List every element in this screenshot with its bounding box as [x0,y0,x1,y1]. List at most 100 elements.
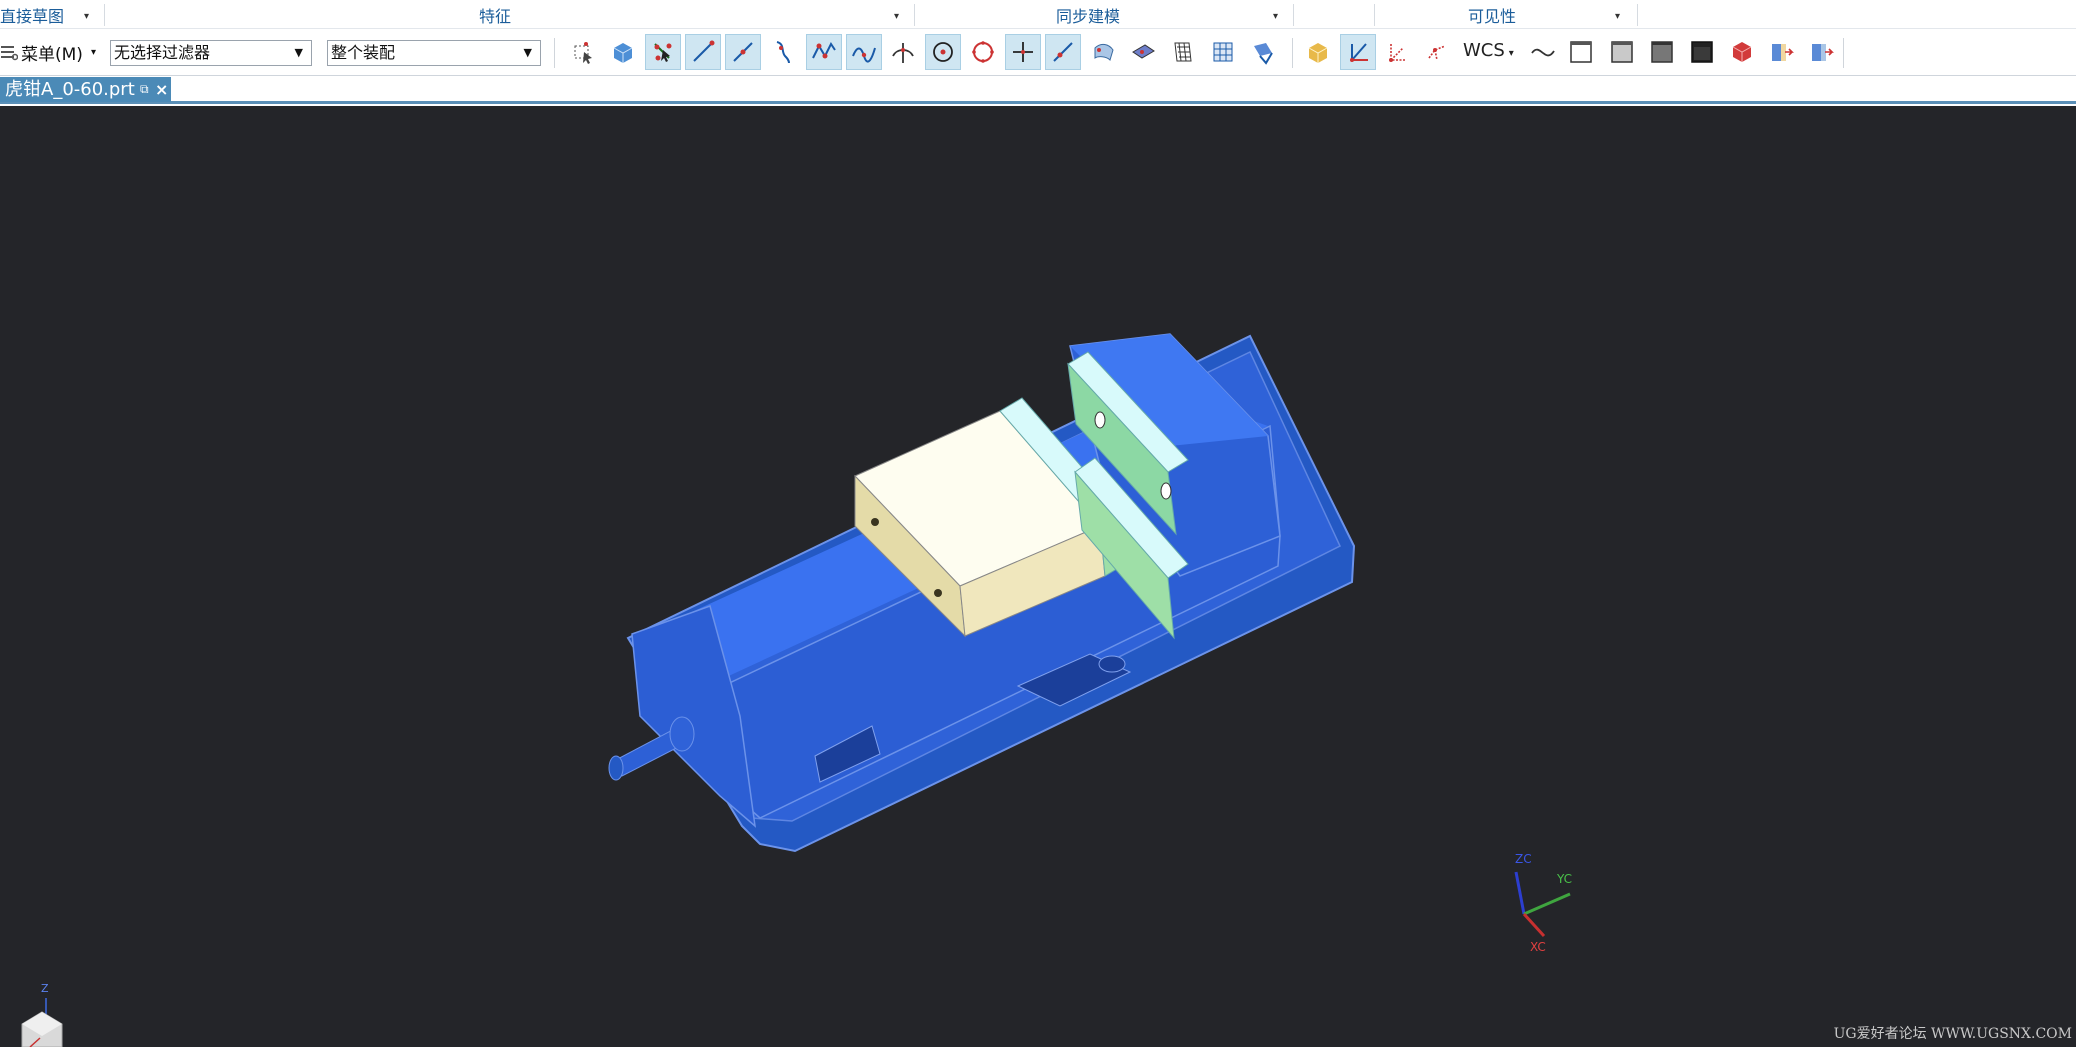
bounded-grid-button[interactable] [1206,34,1240,70]
triad-yc-label: YC [1557,872,1573,886]
ribbon-group-direct-sketch[interactable]: 直接草图 ▾ [0,0,100,29]
chevron-down-icon: ▼ [294,46,303,59]
vise-model[interactable] [608,333,1356,853]
selection-filter-dropdown[interactable]: 无选择过滤器 ▼ [110,40,312,66]
surface-button[interactable] [1086,34,1120,70]
show-icon [1772,44,1794,61]
model-canvas [21,333,1571,1047]
spline-button[interactable] [846,34,882,70]
red-cube-icon [1732,42,1752,62]
wave-icon [1531,48,1555,57]
chevron-down-icon[interactable]: ▾ [84,0,89,34]
selection-filter-value: 无选择过滤器 [114,43,211,62]
divider [1293,4,1294,26]
endpoint-icon [693,40,715,62]
shade-black-button[interactable] [1687,34,1717,70]
wcs-triad-button[interactable] [1340,34,1376,70]
wcs-triad-icon [1350,43,1368,62]
ribbon-group-bar: 直接草图 ▾ 特征 ▾ 同步建模 ▾ 可见性 ▾ [0,0,2076,29]
control-point-icon [812,42,836,59]
chevron-down-icon[interactable]: ▾ [1615,0,1620,34]
endpoint-button[interactable] [685,34,721,70]
spline-icon [852,47,876,63]
surface-icon [1094,43,1114,61]
table-icon [1254,43,1273,65]
triad-zc-label: ZC [1515,852,1532,866]
menu-button[interactable]: 菜单(M) ▾ [0,38,96,66]
chevron-down-icon[interactable]: ▾ [894,0,899,34]
wcs-label: WCS [1463,40,1505,61]
wave-button[interactable] [1528,34,1558,70]
triad-xc-label: XC [1530,940,1546,954]
grid-icon [1174,42,1192,62]
menu-label: 菜单(M) [21,44,83,65]
snap-point-icon [654,43,672,62]
wcs-origin-icon [1428,45,1446,61]
divider [1292,38,1293,68]
arc-center-icon [933,42,953,62]
shade-mid-icon [1611,41,1633,63]
ribbon-group-label: 特征 [479,7,512,26]
tab-title: 虎钳A_0-60.prt [5,79,135,100]
ribbon-group-visibility[interactable]: 可见性 ▾ [1375,0,1637,29]
point-on-curve-button[interactable] [1005,34,1041,70]
quadrant-button[interactable] [966,34,1000,70]
hide-button[interactable] [1806,34,1836,70]
point-on-face-button[interactable] [1045,34,1081,70]
red-cube-button[interactable] [1727,34,1757,70]
hide-icon [1812,44,1834,61]
selection-scope-value: 整个装配 [331,43,396,62]
midpoint-button[interactable] [725,34,761,70]
chevron-down-icon: ▼ [523,46,532,59]
solid-box-icon [613,43,633,63]
solid-box-button[interactable] [606,34,640,70]
face-icon [1132,44,1155,59]
ribbon-group-feature[interactable]: 特征 ▾ [105,0,912,29]
intersection-button[interactable] [886,34,920,70]
face-button[interactable] [1126,34,1160,70]
wcs-dropdown[interactable]: WCS ▾ [1463,40,1514,61]
shade-light-icon [1570,41,1592,63]
restore-icon[interactable]: ⧉ [140,77,149,102]
point-on-curve-icon [1013,42,1033,62]
divider [554,38,555,68]
chevron-down-icon[interactable]: ▾ [1273,0,1278,34]
show-button[interactable] [1766,34,1796,70]
watermark: UG爱好者论坛 WWW.UGSNX.COM [1833,1026,2072,1042]
curve-button[interactable] [766,34,800,70]
point-on-face-icon [1053,42,1073,62]
snap-point-button[interactable] [645,34,681,70]
divider [1843,38,1844,68]
wcs-origin-button[interactable] [1420,34,1454,70]
divider [1637,4,1638,26]
ribbon-group-label: 同步建模 [1056,7,1121,26]
graphics-viewport[interactable]: ZC YC XC Z UG爱好者论坛 WWW.UGSNX.COM [0,106,2076,1047]
shaded-solid-icon [1308,43,1328,63]
grid-button[interactable] [1166,34,1200,70]
chevron-down-icon: ▾ [1508,48,1514,59]
ribbon-group-label: 直接草图 [0,7,65,26]
selection-toolbar: 菜单(M) ▾ 无选择过滤器 ▼ 整个装配 ▼ WCS ▾ [0,30,2076,76]
wcs-dynamic-button[interactable] [1380,34,1414,70]
chevron-down-icon: ▾ [90,46,96,58]
midpoint-icon [733,42,753,62]
view-cube-z-label: Z [41,982,49,995]
select-snap-button[interactable] [566,34,600,70]
shade-dark-icon [1651,41,1673,63]
ribbon-group-sync-modeling[interactable]: 同步建模 ▾ [915,0,1293,29]
shade-dark-button[interactable] [1647,34,1677,70]
shade-light-button[interactable] [1566,34,1596,70]
selection-scope-dropdown[interactable]: 整个装配 ▼ [327,40,541,66]
curve-icon [776,41,790,64]
document-tab-bar: 虎钳A_0-60.prt ⧉ × [0,77,2076,104]
view-cube[interactable] [21,998,63,1047]
control-point-button[interactable] [806,34,842,70]
select-snap-icon [574,42,592,64]
arc-center-button[interactable] [925,34,961,70]
close-icon[interactable]: × [155,77,168,102]
shaded-solid-button[interactable] [1301,34,1335,70]
tab-document[interactable]: 虎钳A_0-60.prt ⧉ × [0,77,171,102]
shade-mid-button[interactable] [1607,34,1637,70]
table-button[interactable] [1246,34,1280,70]
ribbon-group-label: 可见性 [1468,7,1517,26]
